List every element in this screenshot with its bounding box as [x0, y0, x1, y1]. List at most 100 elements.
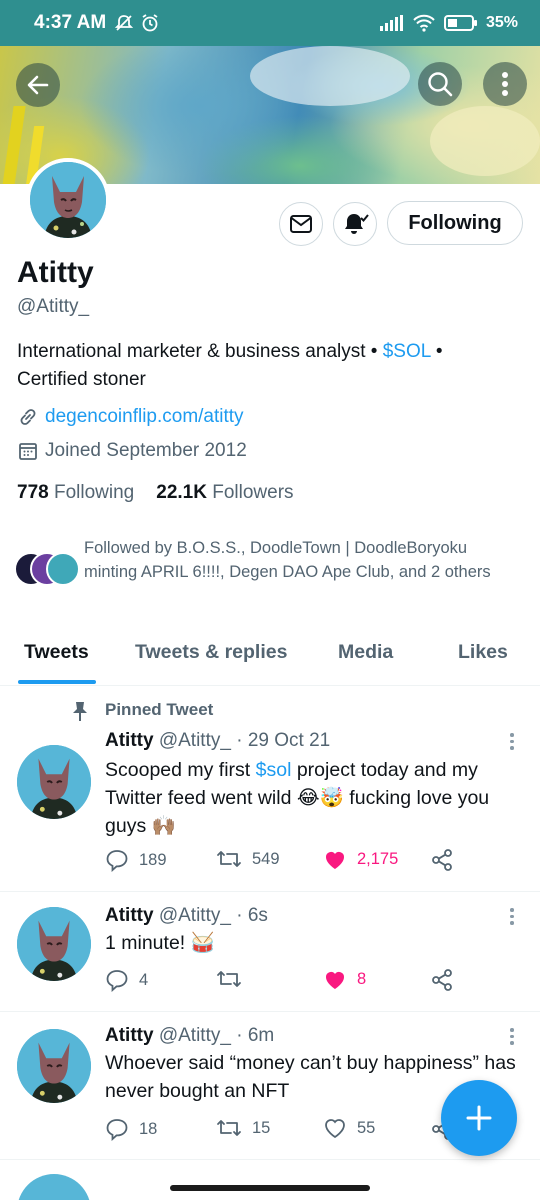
tweet-more-button[interactable]	[508, 733, 516, 750]
reply-button[interactable]: 4	[105, 968, 148, 992]
tweet-author-name: Atitty	[105, 730, 154, 751]
reply-icon	[106, 1119, 128, 1141]
plus-icon	[466, 1105, 492, 1131]
tweet-time: · 6m	[236, 1025, 275, 1046]
followed-by-avatars	[14, 552, 84, 592]
retweet-button[interactable]: 549	[216, 848, 280, 870]
tab-tweets[interactable]: Tweets	[24, 641, 89, 664]
like-button[interactable]: 8	[323, 968, 366, 990]
tweet-avatar[interactable]	[17, 907, 91, 981]
reply-count: 189	[139, 850, 167, 869]
like-button[interactable]: 55	[323, 1117, 375, 1139]
back-button[interactable]	[16, 63, 60, 107]
share-icon	[432, 849, 452, 871]
tweet-header: Atitty @Atitty_ · 6s	[105, 905, 268, 927]
website-link[interactable]: degencoinflip.com/atitty	[45, 406, 244, 428]
reply-icon	[106, 850, 128, 872]
search-button[interactable]	[418, 62, 462, 106]
notifications-button[interactable]	[333, 202, 377, 246]
tweet-cashtag-link[interactable]: $sol	[256, 759, 292, 781]
reply-button[interactable]: 18	[105, 1117, 157, 1141]
tab-media[interactable]: Media	[338, 641, 393, 664]
dnd-bell-icon	[114, 15, 134, 31]
cat-avatar-icon	[17, 907, 91, 981]
active-tab-indicator	[18, 680, 96, 684]
reply-button[interactable]: 189	[105, 848, 167, 872]
retweet-button[interactable]	[216, 968, 252, 990]
tweet-text: 1 minute! 🥁	[105, 932, 215, 954]
wifi-icon	[413, 14, 435, 32]
like-button[interactable]: 2,175	[323, 848, 398, 870]
tweet-avatar[interactable]	[17, 745, 91, 819]
tweet-item[interactable]: Atitty @Atitty_ · 29 Oct 21 Scooped my f…	[0, 687, 540, 892]
battery-level: 35%	[485, 14, 518, 31]
search-icon	[428, 72, 453, 97]
tweet-author-handle: @Atitty_	[158, 730, 231, 751]
alarm-icon	[142, 14, 158, 32]
reply-icon	[106, 970, 128, 992]
followed-by-section[interactable]: Followed by B.O.S.S., DoodleTown | Doodl…	[14, 536, 534, 592]
retweet-button[interactable]: 15	[216, 1117, 270, 1139]
heart-icon	[325, 1119, 345, 1139]
reply-count: 4	[139, 970, 149, 989]
signal-icon	[379, 15, 403, 31]
bell-check-icon	[345, 214, 369, 234]
bio-cashtag-link[interactable]: $SOL	[383, 341, 431, 362]
tab-likes[interactable]: Likes	[458, 641, 508, 664]
tweet-time: · 6s	[236, 905, 268, 926]
followed-by-text: Followed by B.O.S.S., DoodleTown | Doodl…	[84, 539, 491, 581]
joined-date: Joined September 2012	[45, 440, 247, 461]
tab-tweets-replies[interactable]: Tweets & replies	[135, 641, 287, 664]
retweet-count: 549	[252, 849, 280, 868]
retweet-count: 15	[252, 1118, 271, 1137]
tweet-time: · 29 Oct 21	[236, 730, 331, 751]
following-count-link[interactable]: 778 Following	[17, 482, 134, 504]
share-button[interactable]	[430, 848, 454, 872]
tweet-more-button[interactable]	[508, 1028, 516, 1045]
retweet-icon	[217, 851, 241, 867]
profile-avatar[interactable]	[26, 158, 110, 242]
tweet-avatar[interactable]	[17, 1029, 91, 1103]
tweet-author-handle: @Atitty_	[158, 905, 231, 926]
arrow-left-icon	[27, 75, 49, 95]
tweet-item-partial[interactable]	[0, 1160, 540, 1200]
tweet-author-name: Atitty	[105, 905, 154, 926]
heart-filled-icon	[326, 852, 344, 869]
heart-filled-icon	[326, 972, 344, 989]
more-options-button[interactable]	[483, 62, 527, 106]
share-icon	[432, 969, 452, 991]
tweet-header: Atitty @Atitty_ · 29 Oct 21	[105, 730, 330, 752]
tweet-author-name: Atitty	[105, 1025, 154, 1046]
profile-bio: International marketer & business analys…	[17, 341, 443, 390]
status-bar: 4:37 AM 35%	[0, 0, 540, 46]
profile-website: degencoinflip.com/atitty	[17, 406, 244, 428]
retweet-icon	[217, 1120, 241, 1136]
profile-joined: Joined September 2012	[17, 440, 247, 462]
more-vertical-icon	[502, 72, 508, 96]
like-count: 8	[357, 969, 367, 988]
tweet-actions: 4 8	[105, 968, 525, 998]
compose-tweet-button[interactable]	[441, 1080, 517, 1156]
tweet-text: Scooped my first $sol project today and …	[105, 759, 490, 837]
tweet-avatar[interactable]	[17, 1174, 91, 1200]
followers-count-link[interactable]: 22.1K Followers	[156, 482, 293, 504]
tweet-item[interactable]: Atitty @Atitty_ · 6s 1 minute! 🥁 4 8	[0, 892, 540, 1012]
follow-counts: 778 Following 22.1K Followers	[17, 482, 294, 504]
cat-avatar-icon	[17, 1029, 91, 1103]
cat-avatar-icon	[30, 162, 106, 238]
link-icon	[20, 409, 36, 425]
mail-icon	[290, 215, 312, 233]
tweet-more-button[interactable]	[508, 908, 516, 925]
battery-icon	[443, 15, 477, 31]
following-button[interactable]: Following	[387, 201, 523, 245]
like-count: 55	[357, 1118, 376, 1137]
follower-avatar	[46, 552, 80, 586]
home-indicator[interactable]	[170, 1185, 370, 1191]
cat-avatar-icon	[17, 745, 91, 819]
profile-tabs: Tweets Tweets & replies Media Likes	[0, 628, 540, 686]
like-count: 2,175	[357, 849, 399, 868]
share-button[interactable]	[430, 968, 454, 992]
tweet-header: Atitty @Atitty_ · 6m	[105, 1025, 274, 1047]
status-time: 4:37 AM	[34, 12, 107, 33]
message-button[interactable]	[279, 202, 323, 246]
